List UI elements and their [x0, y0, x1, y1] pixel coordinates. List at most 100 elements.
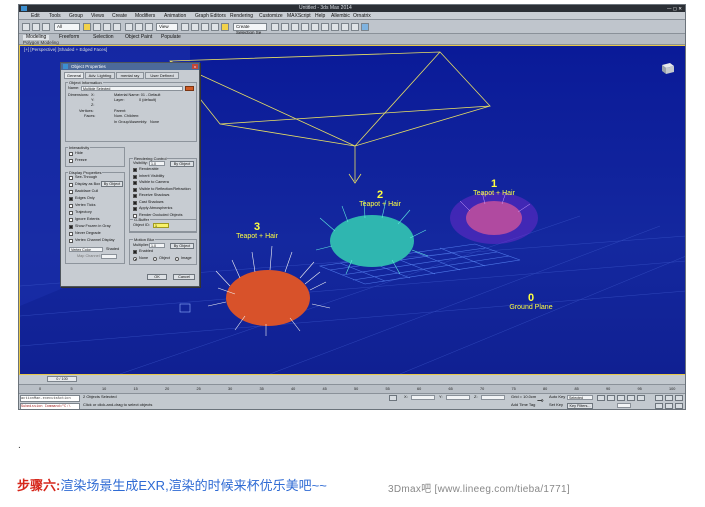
zoom-extents-icon[interactable] — [675, 395, 683, 401]
graphite-icon[interactable] — [301, 23, 309, 31]
tab-selection[interactable]: Selection — [93, 35, 114, 40]
angle-snap-icon[interactable] — [201, 23, 209, 31]
display-option-checkbox[interactable] — [69, 176, 73, 180]
time-slider[interactable]: 0 / 100 — [19, 375, 685, 384]
multiplier-field[interactable]: 1.0 — [149, 243, 165, 248]
layer-manager-icon[interactable] — [291, 23, 299, 31]
display-option-checkbox[interactable] — [69, 204, 73, 208]
rendered-frame-icon[interactable] — [351, 23, 359, 31]
render-option-checkbox[interactable] — [133, 207, 137, 211]
time-slider-handle[interactable]: 0 / 100 — [47, 376, 77, 382]
render-setup-icon[interactable] — [341, 23, 349, 31]
add-time-tag-button[interactable]: Add Time Tag — [511, 402, 535, 408]
render-production-icon[interactable] — [361, 23, 369, 31]
display-by-object-button[interactable]: By Object — [101, 181, 123, 187]
zoom-icon[interactable] — [655, 395, 663, 401]
tab-user-defined[interactable]: User Defined — [145, 72, 179, 79]
spinner-snap-icon[interactable] — [221, 23, 229, 31]
dialog-close-button[interactable]: x — [192, 64, 198, 69]
key-mode-dropdown[interactable]: Selected — [567, 395, 593, 400]
cancel-button[interactable]: Cancel — [173, 274, 195, 280]
menu-rendering[interactable]: Rendering — [230, 12, 253, 20]
blur-image-radio[interactable] — [175, 257, 179, 261]
ok-button[interactable]: OK — [147, 274, 167, 280]
menu-ornatrix[interactable]: Ornatrix — [353, 12, 371, 20]
blur-object-radio[interactable] — [153, 257, 157, 261]
object-color-swatch[interactable] — [185, 86, 194, 91]
render-option-checkbox[interactable] — [133, 194, 137, 198]
visibility-field[interactable]: 1.0 — [149, 161, 165, 166]
blur-enabled-checkbox[interactable] — [133, 250, 137, 254]
menu-help[interactable]: Help — [315, 12, 325, 20]
dialog-title[interactable]: Object Properties — [61, 63, 199, 70]
mirror-icon[interactable] — [271, 23, 279, 31]
key-filters-button[interactable]: Key Filters... — [567, 403, 593, 409]
name-field[interactable]: Multiple Selected — [81, 86, 183, 91]
track-bar[interactable]: 0 5 10 15 20 25 30 35 40 45 50 55 60 65 70 75 80 85 90 95 10… — [19, 384, 685, 393]
menu-views[interactable]: Views — [91, 12, 104, 20]
viewport-label[interactable]: [+] [Perspective] [Shaded + Edged Faces] — [24, 47, 107, 52]
display-option-checkbox[interactable] — [69, 197, 73, 201]
move-icon[interactable] — [125, 23, 133, 31]
window-crossing-icon[interactable] — [113, 23, 121, 31]
render-by-object-button[interactable]: By Object — [170, 161, 194, 167]
select-by-name-icon[interactable] — [93, 23, 101, 31]
zoom-all-icon[interactable] — [665, 395, 673, 401]
vertex-color-dropdown[interactable]: Vertex Color — [69, 247, 103, 252]
rectangle-select-icon[interactable] — [103, 23, 111, 31]
object-id-field[interactable]: 1 — [153, 223, 169, 228]
link-icon[interactable] — [42, 23, 50, 31]
maxscript-listener-line1[interactable]: actionMan.executeAction — [20, 395, 80, 402]
pivot-icon[interactable] — [181, 23, 189, 31]
undo-icon[interactable] — [22, 23, 30, 31]
hide-checkbox[interactable] — [69, 152, 73, 156]
menu-allembic[interactable]: Allembic — [331, 12, 350, 20]
map-channel-field[interactable] — [101, 254, 117, 259]
render-option-checkbox[interactable] — [133, 187, 137, 192]
set-key-button[interactable]: Set Key — [549, 402, 563, 408]
snap-icon[interactable] — [191, 23, 199, 31]
align-icon[interactable] — [281, 23, 289, 31]
menu-edit[interactable]: Edit — [31, 12, 40, 20]
tab-object-paint[interactable]: Object Paint — [125, 35, 152, 40]
window-controls-icon[interactable]: — ▢ ✕ — [667, 6, 685, 11]
maximize-viewport-icon[interactable] — [675, 403, 683, 409]
play-icon[interactable] — [617, 395, 625, 401]
current-frame-field[interactable] — [617, 403, 631, 408]
auto-key-button[interactable]: Auto Key — [549, 394, 565, 400]
render-option-checkbox[interactable] — [133, 174, 137, 179]
x-coord-field[interactable] — [411, 395, 435, 400]
previous-frame-icon[interactable] — [607, 395, 615, 401]
rotate-icon[interactable] — [135, 23, 143, 31]
render-option-checkbox[interactable] — [133, 213, 137, 218]
tab-freeform[interactable]: Freeform — [59, 35, 79, 40]
max-logo-icon[interactable] — [21, 6, 27, 11]
select-object-icon[interactable] — [83, 23, 91, 31]
orbit-icon[interactable] — [665, 403, 673, 409]
menu-tools[interactable]: Tools — [49, 12, 61, 20]
key-icon[interactable]: ⊸ — [537, 396, 544, 405]
menu-customize[interactable]: Customize — [259, 12, 283, 20]
redo-icon[interactable] — [32, 23, 40, 31]
next-frame-icon[interactable] — [627, 395, 635, 401]
schematic-view-icon[interactable] — [321, 23, 329, 31]
display-option-checkbox[interactable] — [69, 232, 73, 236]
display-option-checkbox[interactable] — [69, 239, 73, 243]
blur-none-radio[interactable] — [133, 257, 137, 261]
menu-create[interactable]: Create — [112, 12, 127, 20]
menu-maxscript[interactable]: MAXScript — [287, 12, 311, 20]
display-option-checkbox[interactable] — [69, 183, 73, 187]
menu-animation[interactable]: Animation — [164, 12, 186, 20]
lock-selection-icon[interactable] — [389, 395, 397, 401]
go-to-start-icon[interactable] — [597, 395, 605, 401]
menu-modifiers[interactable]: Modifiers — [135, 12, 155, 20]
tab-general[interactable]: General — [64, 72, 84, 79]
render-option-checkbox[interactable] — [133, 168, 137, 172]
z-coord-field[interactable] — [481, 395, 505, 400]
selection-set-dropdown[interactable]: Create Selection Se — [233, 23, 267, 35]
display-option-checkbox[interactable] — [69, 225, 73, 229]
tab-adv-lighting[interactable]: Adv. Lighting — [85, 72, 115, 79]
display-option-checkbox[interactable] — [69, 218, 73, 222]
menu-group[interactable]: Group — [69, 12, 83, 20]
tab-mental-ray[interactable]: mental ray — [116, 72, 144, 79]
